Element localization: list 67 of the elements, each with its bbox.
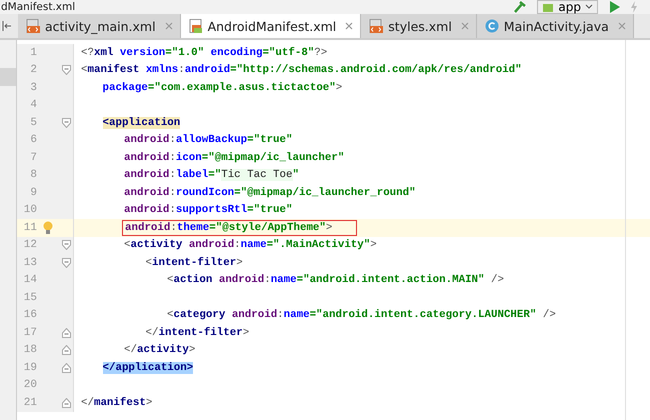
fold-end-icon[interactable]	[62, 328, 71, 338]
line-number: 13	[22, 256, 37, 269]
fold-end-icon[interactable]	[62, 345, 71, 356]
editor-tab[interactable]: activity_main.xml	[18, 14, 181, 38]
line-number: 9	[29, 186, 37, 199]
close-icon[interactable]	[345, 22, 354, 30]
code-line: android:roundIcon="@mipmap/ic_launcher_round"	[123, 186, 417, 200]
line-number: 8	[29, 169, 37, 182]
code-line: <activity android:name=".MainActivity">	[123, 238, 378, 252]
line-number: 18	[22, 344, 37, 356]
code-line: <manifest xmlns:android="http://schemas.android.com/apk/res/android"	[80, 63, 523, 78]
line-number: 11	[22, 222, 37, 234]
line-number: 19	[22, 362, 37, 374]
tab-label: AndroidManifest.xml	[208, 18, 336, 34]
code-line: package="com.example.asus.tictactoe">	[102, 80, 344, 95]
code-line: </intent-filter>	[144, 326, 250, 340]
class-icon	[484, 19, 499, 33]
hammer-icon[interactable]	[513, 1, 528, 13]
code-line: </manifest>	[80, 396, 154, 410]
close-icon[interactable]	[618, 22, 626, 30]
line-number: 6	[29, 134, 37, 146]
code-line: android:label="Tic Tac Toe"	[123, 168, 300, 182]
fold-end-icon[interactable]	[62, 362, 71, 373]
fold-icon[interactable]	[62, 65, 71, 76]
line-number: 17	[22, 326, 37, 339]
breadcrumb-file[interactable]: dManifest.xml	[0, 0, 76, 14]
line-number: 21	[22, 396, 37, 409]
code-line: <intent-filter>	[144, 256, 244, 270]
line-number: 7	[29, 152, 37, 164]
tab-label: styles.xml	[388, 18, 452, 34]
code-line: <?xml version="1.0" encoding="utf-8"?>	[80, 46, 328, 60]
code-line: android:icon="@mipmap/ic_launcher"	[123, 150, 346, 165]
fold-icon[interactable]	[62, 118, 71, 128]
code-line: android:allowBackup="true"	[123, 133, 294, 148]
editor-tab[interactable]: MainActivity.java	[476, 14, 634, 38]
line-number: 1	[29, 46, 37, 59]
line-number: 5	[29, 116, 37, 129]
code-line: android:supportsRtl="true"	[123, 203, 294, 218]
tab-label: activity_main.xml	[45, 18, 156, 34]
line-number: 10	[22, 204, 37, 216]
android-module-icon	[542, 2, 554, 12]
tab-label: MainActivity.java	[504, 18, 609, 34]
lightbulb-icon[interactable]	[43, 220, 53, 235]
manifest-file-icon	[188, 19, 203, 33]
line-number: 16	[22, 309, 37, 322]
run-config-dropdown[interactable]: app	[537, 0, 598, 14]
xml-file-icon	[369, 19, 384, 33]
collapse-icon[interactable]	[2, 21, 12, 31]
close-icon[interactable]	[460, 22, 469, 30]
line-number: 15	[22, 292, 37, 304]
close-icon[interactable]	[164, 22, 173, 30]
code-line: </activity>	[123, 343, 196, 358]
fold-icon[interactable]	[62, 258, 71, 268]
fold-icon[interactable]	[62, 240, 71, 250]
caret-icon	[585, 4, 593, 10]
code-line: <category android:name="android.intent.category.LAUNCHER" />	[166, 308, 557, 322]
line-number: 14	[22, 274, 37, 286]
line-number: 4	[29, 99, 37, 112]
editor-tab[interactable]: styles.xml	[361, 14, 477, 38]
line-number: 2	[29, 64, 37, 76]
editor-tab[interactable]: AndroidManifest.xml	[180, 14, 362, 38]
fold-end-icon[interactable]	[62, 398, 71, 408]
xml-file-icon	[26, 19, 40, 33]
line-number: 12	[22, 239, 37, 252]
line-number: 20	[22, 379, 37, 392]
code-line: <action android:name="android.intent.action.MAIN" />	[166, 273, 505, 288]
line-number: 3	[29, 82, 37, 94]
